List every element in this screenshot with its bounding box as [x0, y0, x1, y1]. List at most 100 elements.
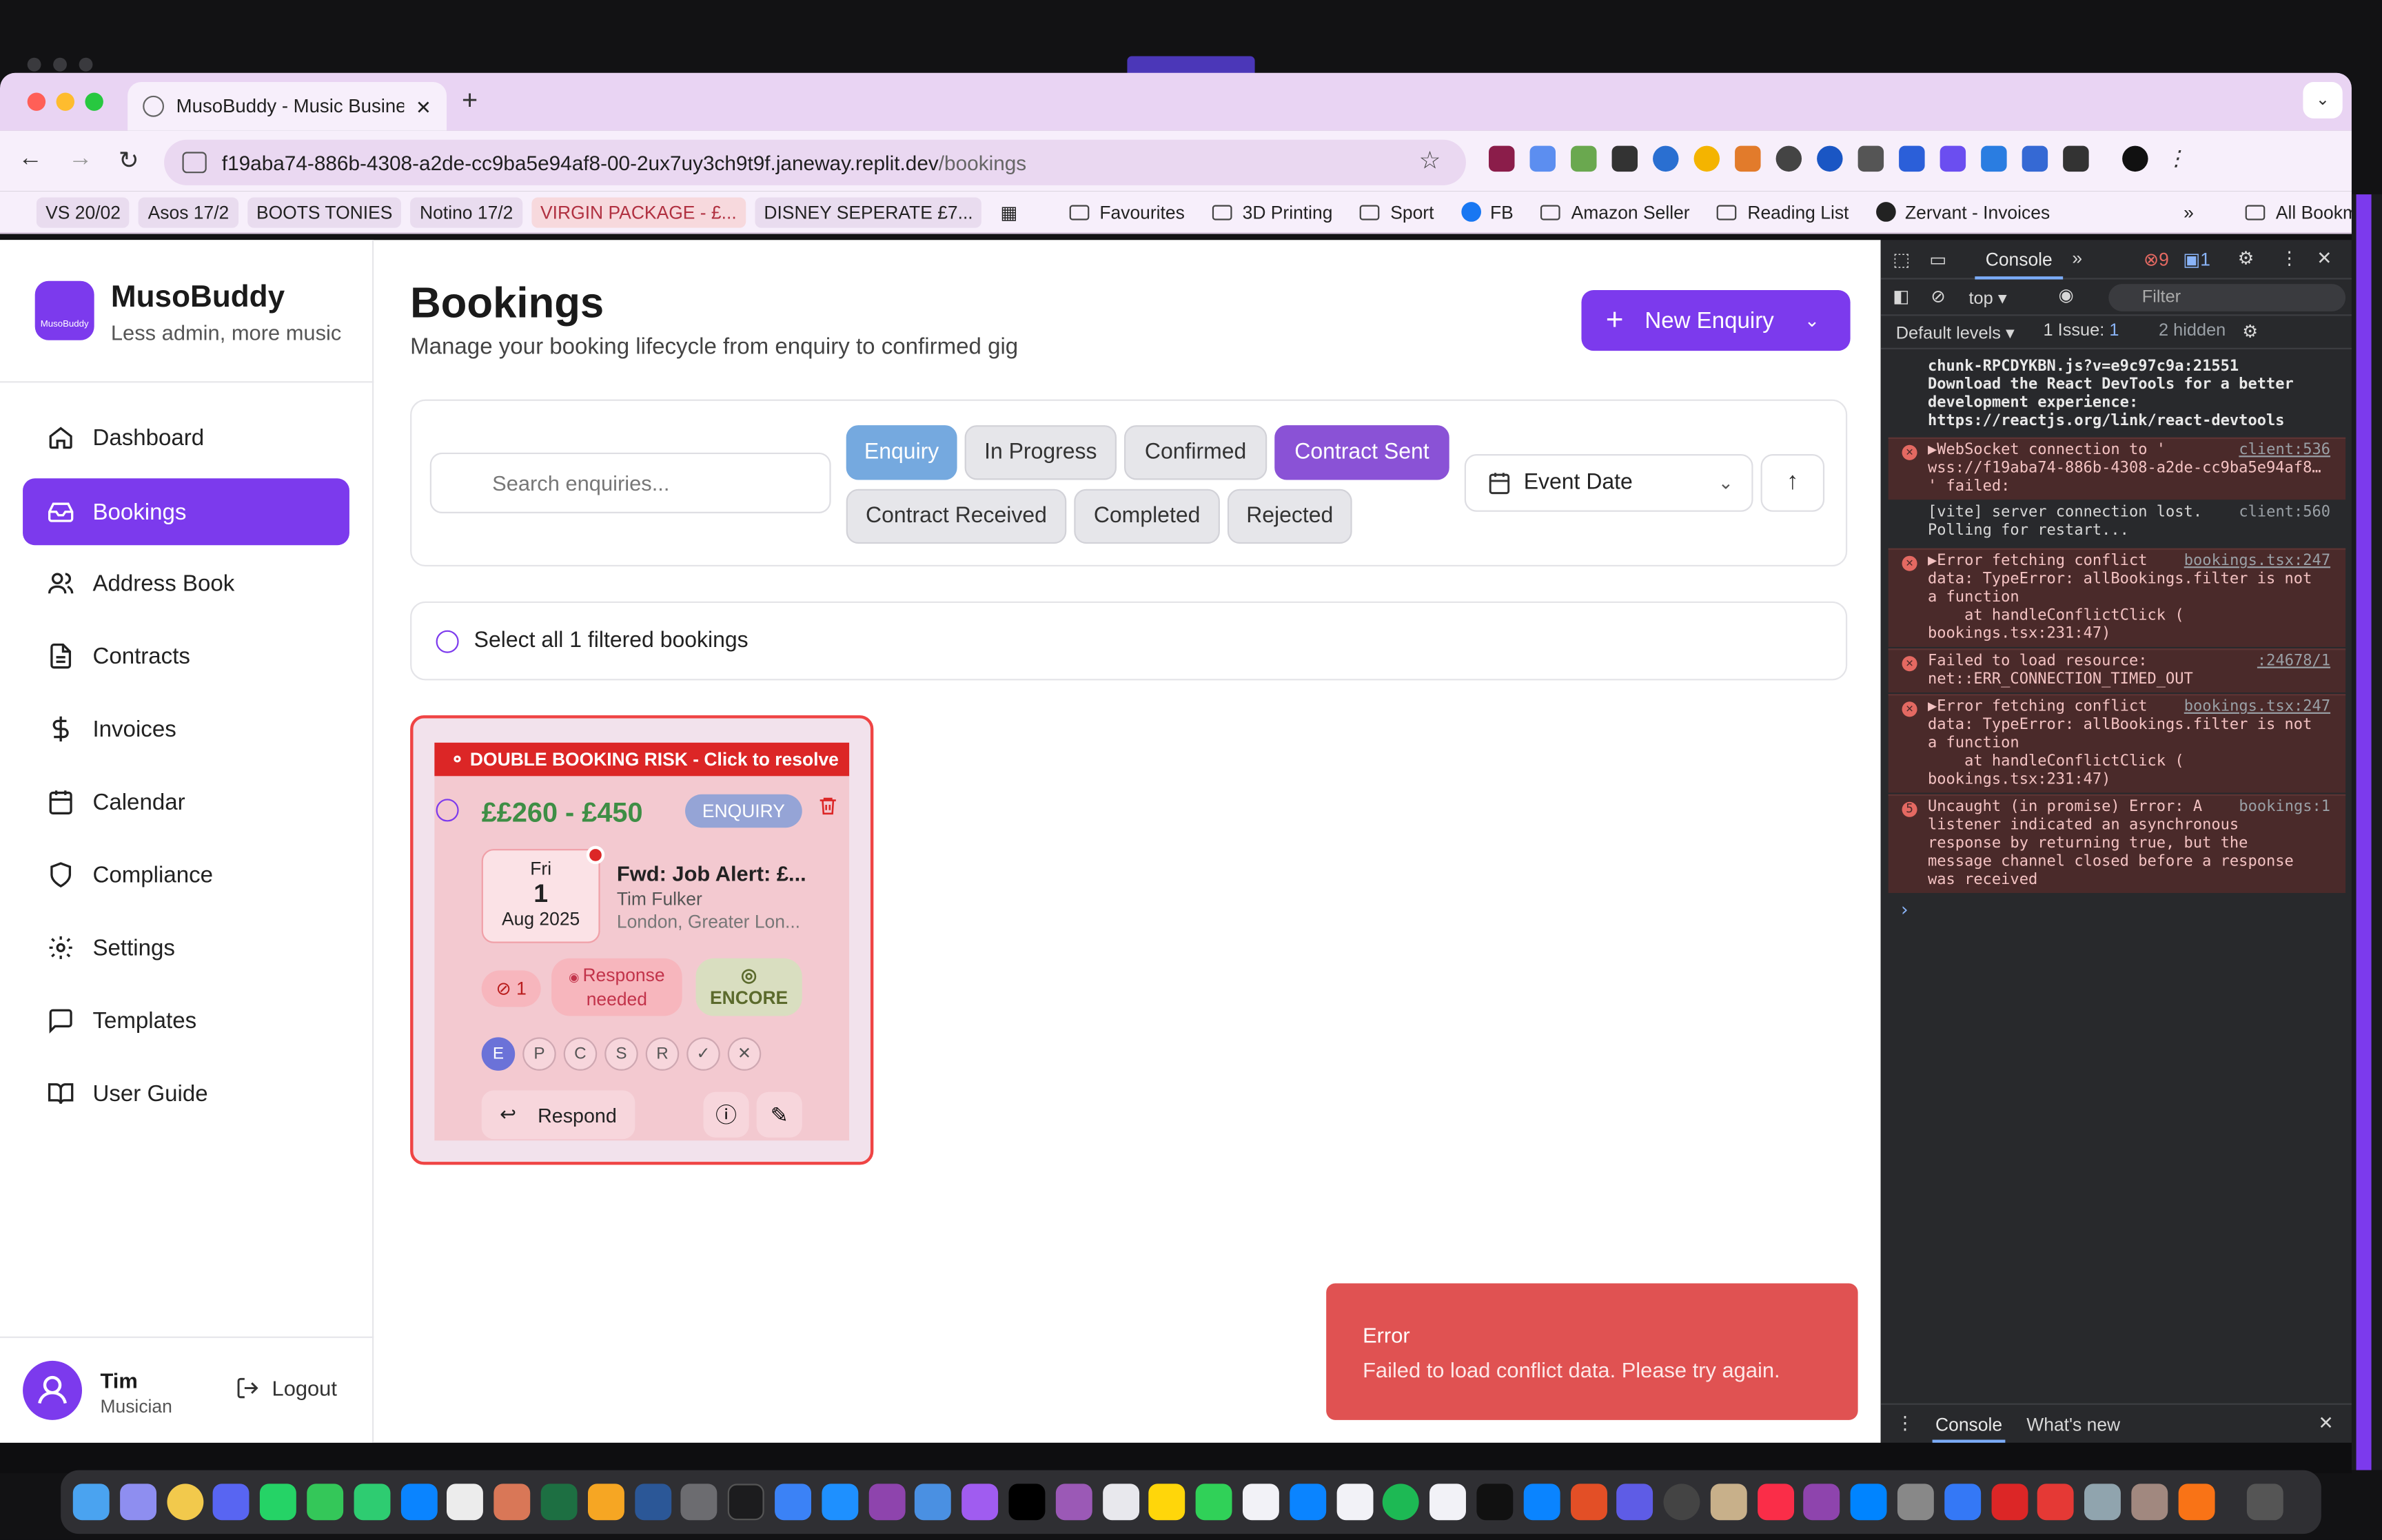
- chatgpt-icon[interactable]: [447, 1483, 484, 1521]
- console-error[interactable]: ✕ Failed to load resource: net::ERR_CONNE…: [1888, 648, 2346, 693]
- status-chip-enquiry[interactable]: Enquiry: [846, 425, 957, 480]
- extension-icon[interactable]: [1981, 145, 2007, 172]
- app-icon[interactable]: [1569, 1483, 1607, 1521]
- bookmark-item[interactable]: VIRGIN PACKAGE - £...: [531, 196, 746, 227]
- double-booking-risk-banner[interactable]: ⚬ DOUBLE BOOKING RISK - Click to resolve: [434, 742, 850, 777]
- app-icon[interactable]: [2178, 1483, 2215, 1521]
- close-tab-icon[interactable]: ✕: [416, 95, 431, 118]
- extension-icon[interactable]: [1611, 145, 1638, 172]
- devtools-menu-icon[interactable]: ⋮: [2280, 247, 2298, 269]
- message-count-badge[interactable]: ▣1: [2183, 249, 2210, 270]
- notes-icon[interactable]: [1149, 1483, 1185, 1521]
- eye-icon[interactable]: ◉: [2059, 284, 2074, 305]
- bookmark-folder[interactable]: Favourites: [1060, 196, 1194, 227]
- sidebar-item-address-book[interactable]: Address Book: [23, 550, 349, 617]
- conflict-count-badge[interactable]: ⊘ 1: [481, 970, 541, 1007]
- trading-app-icon[interactable]: [1008, 1483, 1046, 1521]
- trash-icon[interactable]: [817, 794, 839, 823]
- console-source-link[interactable]: bookings.tsx:247: [2184, 699, 2330, 717]
- console-source-link[interactable]: client:560: [2239, 504, 2330, 522]
- browser-tab[interactable]: MusoBuddy - Music Business ✕: [128, 82, 447, 131]
- extension-icon[interactable]: [1529, 145, 1556, 172]
- bookmark-folder[interactable]: Reading List: [1708, 196, 1858, 227]
- console-filter-input[interactable]: Filter: [2108, 284, 2346, 311]
- tab-search-chevron-icon[interactable]: ⌄: [2303, 82, 2343, 119]
- console-source-link[interactable]: bookings.tsx:247: [2184, 553, 2330, 571]
- numbers-icon[interactable]: [307, 1483, 344, 1521]
- bookmark-item[interactable]: FB: [1452, 196, 1523, 227]
- extensions-puzzle-icon[interactable]: [2063, 145, 2089, 172]
- clear-console-icon[interactable]: ⊘: [1931, 285, 1945, 307]
- discord-icon[interactable]: [213, 1483, 250, 1521]
- excel-icon[interactable]: [540, 1483, 578, 1521]
- sidebar-item-dashboard[interactable]: Dashboard: [23, 404, 349, 471]
- error-count-badge[interactable]: ⊗9: [2144, 249, 2169, 270]
- bookmark-item[interactable]: Asos 17/2: [139, 196, 238, 227]
- stage-enquiry[interactable]: E: [481, 1037, 516, 1071]
- apple-tv-icon[interactable]: [1476, 1483, 1514, 1521]
- acrobat-icon[interactable]: [1991, 1483, 2028, 1521]
- status-chip-rejected[interactable]: Rejected: [1227, 489, 1352, 544]
- close-icon[interactable]: ✕: [2318, 1413, 2333, 1434]
- bookmark-folder[interactable]: Sport: [1351, 196, 1443, 227]
- apps-grid-icon[interactable]: ▦: [991, 196, 1026, 227]
- stage-completed[interactable]: ✓: [686, 1037, 720, 1071]
- console-error[interactable]: ✕ ▶Error fetching conflict data: TypeErro…: [1888, 694, 2346, 793]
- site-info-icon[interactable]: [182, 152, 207, 174]
- context-select[interactable]: top ▾: [1969, 287, 2007, 308]
- avatar[interactable]: [23, 1360, 83, 1420]
- booking-card[interactable]: ⚬ DOUBLE BOOKING RISK - Click to resolve…: [410, 715, 874, 1165]
- sidebar-item-invoices[interactable]: Invoices: [23, 695, 349, 762]
- minimize-window-icon[interactable]: [56, 92, 75, 111]
- extension-icon[interactable]: [1775, 145, 1802, 172]
- app-icon[interactable]: [1944, 1483, 1981, 1521]
- status-chip-in-progress[interactable]: In Progress: [964, 425, 1117, 480]
- browser-menu-icon[interactable]: ⋮: [2164, 146, 2189, 172]
- select-all-checkbox[interactable]: [436, 629, 459, 653]
- app-icon[interactable]: [1055, 1483, 1092, 1521]
- bookmark-folder[interactable]: 3D Printing: [1203, 196, 1341, 227]
- close-window-icon[interactable]: [27, 92, 46, 111]
- bookmark-item[interactable]: BOOTS TONIES: [247, 196, 402, 227]
- safari-icon[interactable]: [915, 1483, 952, 1521]
- console-error[interactable]: ✕ ▶Error fetching conflict data: TypeErro…: [1888, 548, 2346, 647]
- chevron-down-icon[interactable]: ⌄: [1804, 310, 1820, 331]
- bookmark-item[interactable]: VS 20/02: [36, 196, 130, 227]
- extension-icon[interactable]: [1857, 145, 1884, 172]
- display-icon[interactable]: [728, 1483, 765, 1521]
- calendar-app-icon[interactable]: [1242, 1483, 1279, 1521]
- bookmark-folder[interactable]: Amazon Seller: [1531, 196, 1699, 227]
- app-icon[interactable]: [1897, 1483, 1934, 1521]
- console-source-link[interactable]: client:536: [2239, 442, 2330, 460]
- whatsapp-icon[interactable]: [260, 1483, 297, 1521]
- status-chip-completed[interactable]: Completed: [1074, 489, 1220, 544]
- sidebar-item-compliance[interactable]: Compliance: [23, 841, 349, 908]
- drawer-tab-console[interactable]: Console: [1932, 1414, 2006, 1443]
- sidebar-toggle-icon[interactable]: ◧: [1893, 285, 1909, 307]
- extension-icon[interactable]: [1571, 145, 1597, 172]
- profile-avatar-icon[interactable]: [2122, 145, 2148, 172]
- status-chip-contract-sent[interactable]: Contract Sent: [1274, 425, 1449, 480]
- console-error[interactable]: 5 Uncaught (in promise) Error: A listener…: [1888, 794, 2346, 894]
- extension-icon[interactable]: [1817, 145, 1843, 172]
- word-icon[interactable]: [634, 1483, 671, 1521]
- issues-link[interactable]: 1 Issue: 1: [2044, 322, 2119, 340]
- bookmarks-overflow-button[interactable]: »: [2175, 196, 2203, 227]
- calendar-app-icon[interactable]: [1336, 1483, 1373, 1521]
- gear-icon[interactable]: ⚙: [2242, 320, 2258, 341]
- stage-rejected[interactable]: ✕: [727, 1037, 762, 1071]
- bookmark-item[interactable]: Notino 17/2: [410, 196, 522, 227]
- console-source-link[interactable]: bookings:1: [2239, 799, 2330, 817]
- app-icon[interactable]: [821, 1483, 858, 1521]
- extension-icon[interactable]: [1899, 145, 1925, 172]
- sidebar-item-user-guide[interactable]: User Guide: [23, 1060, 349, 1127]
- finder-icon[interactable]: [72, 1483, 110, 1521]
- utility-icon[interactable]: [1663, 1483, 1700, 1521]
- sidebar-item-bookings[interactable]: Bookings: [23, 478, 349, 546]
- maximize-window-icon[interactable]: [85, 92, 103, 111]
- stage-contract-sent[interactable]: S: [604, 1037, 638, 1071]
- sort-direction-button[interactable]: ↑: [1760, 454, 1825, 512]
- launchpad-icon[interactable]: [119, 1483, 156, 1521]
- trash-icon[interactable]: [2246, 1483, 2283, 1521]
- spotify-icon[interactable]: [1383, 1483, 1420, 1521]
